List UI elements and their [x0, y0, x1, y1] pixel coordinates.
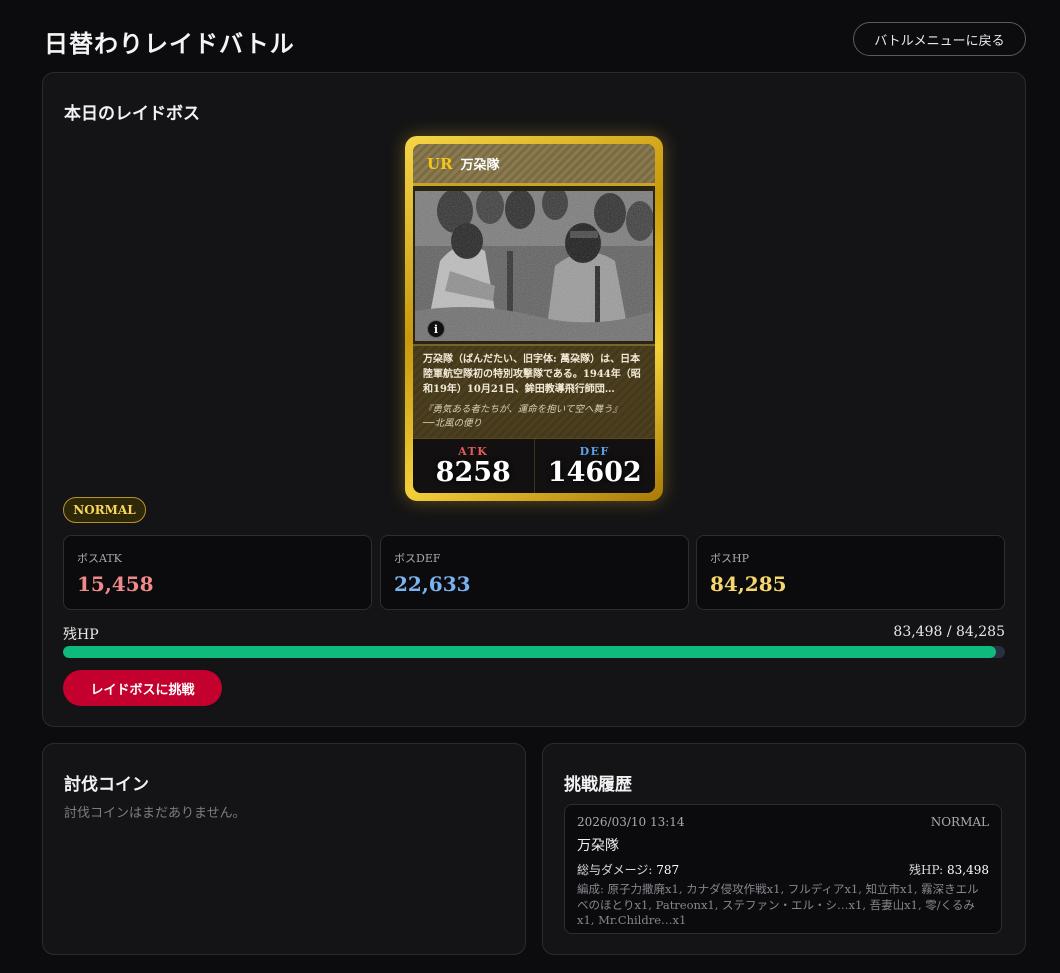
card-def: DEF 14602	[533, 439, 656, 493]
history-remaining: 残HP: 83,498	[909, 861, 989, 878]
history-heading: 挑戦履歴	[564, 775, 632, 795]
raid-boss-heading: 本日のレイドボス	[64, 104, 200, 124]
history-lineup: 編成: 原子力撒廃x1, カナダ侵攻作戦x1, フルディアx1, 知立市x1, …	[577, 882, 979, 927]
remaining-hp-readout: 83,498 / 84,285	[893, 624, 1005, 640]
history-entry: 2026/03/10 13:14 NORMAL 万朶隊 総与ダメージ: 787 …	[564, 804, 1002, 934]
card-header: UR 万朶隊	[413, 144, 655, 186]
boss-atk-value: 15,458	[77, 572, 154, 596]
card-quote-text: 『勇気ある者たちが、運命を抱いて空へ舞う』	[423, 404, 623, 415]
history-difficulty: NORMAL	[930, 815, 989, 829]
boss-hp-value: 84,285	[710, 572, 787, 596]
card-quote: 『勇気ある者たちが、運命を抱いて空へ舞う』 ──北風の便り	[423, 403, 647, 431]
card-atk: ATK 8258	[413, 439, 534, 493]
boss-card-inner: UR 万朶隊 i 万朶隊（ばんだたい、旧字体: 萬朶隊）は、日本陸軍航空隊初の特…	[413, 144, 655, 493]
history-damage: 総与ダメージ: 787	[577, 861, 679, 878]
challenge-history-panel: 挑戦履歴 2026/03/10 13:14 NORMAL 万朶隊 総与ダメージ:…	[542, 743, 1026, 955]
history-remaining-value: 83,498	[947, 863, 989, 877]
difficulty-badge: NORMAL	[63, 497, 146, 523]
page-title: 日替わりレイドバトル	[44, 29, 295, 58]
card-rarity: UR	[427, 154, 453, 173]
boss-hp-label: ボスHP	[710, 552, 749, 565]
history-boss-name: 万朶隊	[577, 838, 619, 854]
back-to-battle-menu-button[interactable]: バトルメニューに戻る	[853, 22, 1026, 56]
boss-atk-box: ボスATK 15,458	[63, 535, 372, 610]
boss-hp-box: ボスHP 84,285	[696, 535, 1005, 610]
boss-atk-label: ボスATK	[77, 552, 122, 565]
history-remaining-label: 残HP:	[909, 863, 944, 877]
boss-card[interactable]: UR 万朶隊 i 万朶隊（ばんだたい、旧字体: 萬朶隊）は、日本陸軍航空隊初の特…	[405, 136, 663, 501]
card-info-icon[interactable]: i	[427, 320, 445, 338]
boss-def-box: ボスDEF 22,633	[380, 535, 689, 610]
card-stats: ATK 8258 DEF 14602	[413, 438, 655, 493]
card-photo-image	[415, 191, 653, 341]
card-atk-value: 8258	[435, 457, 511, 488]
card-name: 万朶隊	[460, 158, 500, 173]
subjugation-coins-panel: 討伐コイン 討伐コインはまだありません。	[42, 743, 526, 955]
challenge-raid-boss-button[interactable]: レイドボスに挑戦	[63, 670, 222, 706]
history-damage-label: 総与ダメージ:	[577, 863, 653, 877]
remaining-hp-label: 残HP	[63, 627, 99, 643]
card-photo	[415, 191, 653, 341]
coins-heading: 討伐コイン	[64, 775, 149, 795]
boss-def-value: 22,633	[394, 572, 471, 596]
hp-bar-fill	[63, 646, 997, 658]
history-date: 2026/03/10 13:14	[577, 815, 685, 829]
hp-bar	[63, 646, 1005, 658]
coins-empty-message: 討伐コインはまだありません。	[64, 806, 246, 821]
card-description-box: 万朶隊（ばんだたい、旧字体: 萬朶隊）は、日本陸軍航空隊初の特別攻撃隊である。1…	[413, 344, 655, 440]
boss-def-label: ボスDEF	[394, 552, 441, 565]
card-quote-source: ──北風の便り	[423, 418, 482, 429]
card-def-value: 14602	[547, 457, 642, 488]
history-damage-value: 787	[656, 863, 680, 877]
card-description: 万朶隊（ばんだたい、旧字体: 萬朶隊）は、日本陸軍航空隊初の特別攻撃隊である。1…	[423, 354, 641, 395]
